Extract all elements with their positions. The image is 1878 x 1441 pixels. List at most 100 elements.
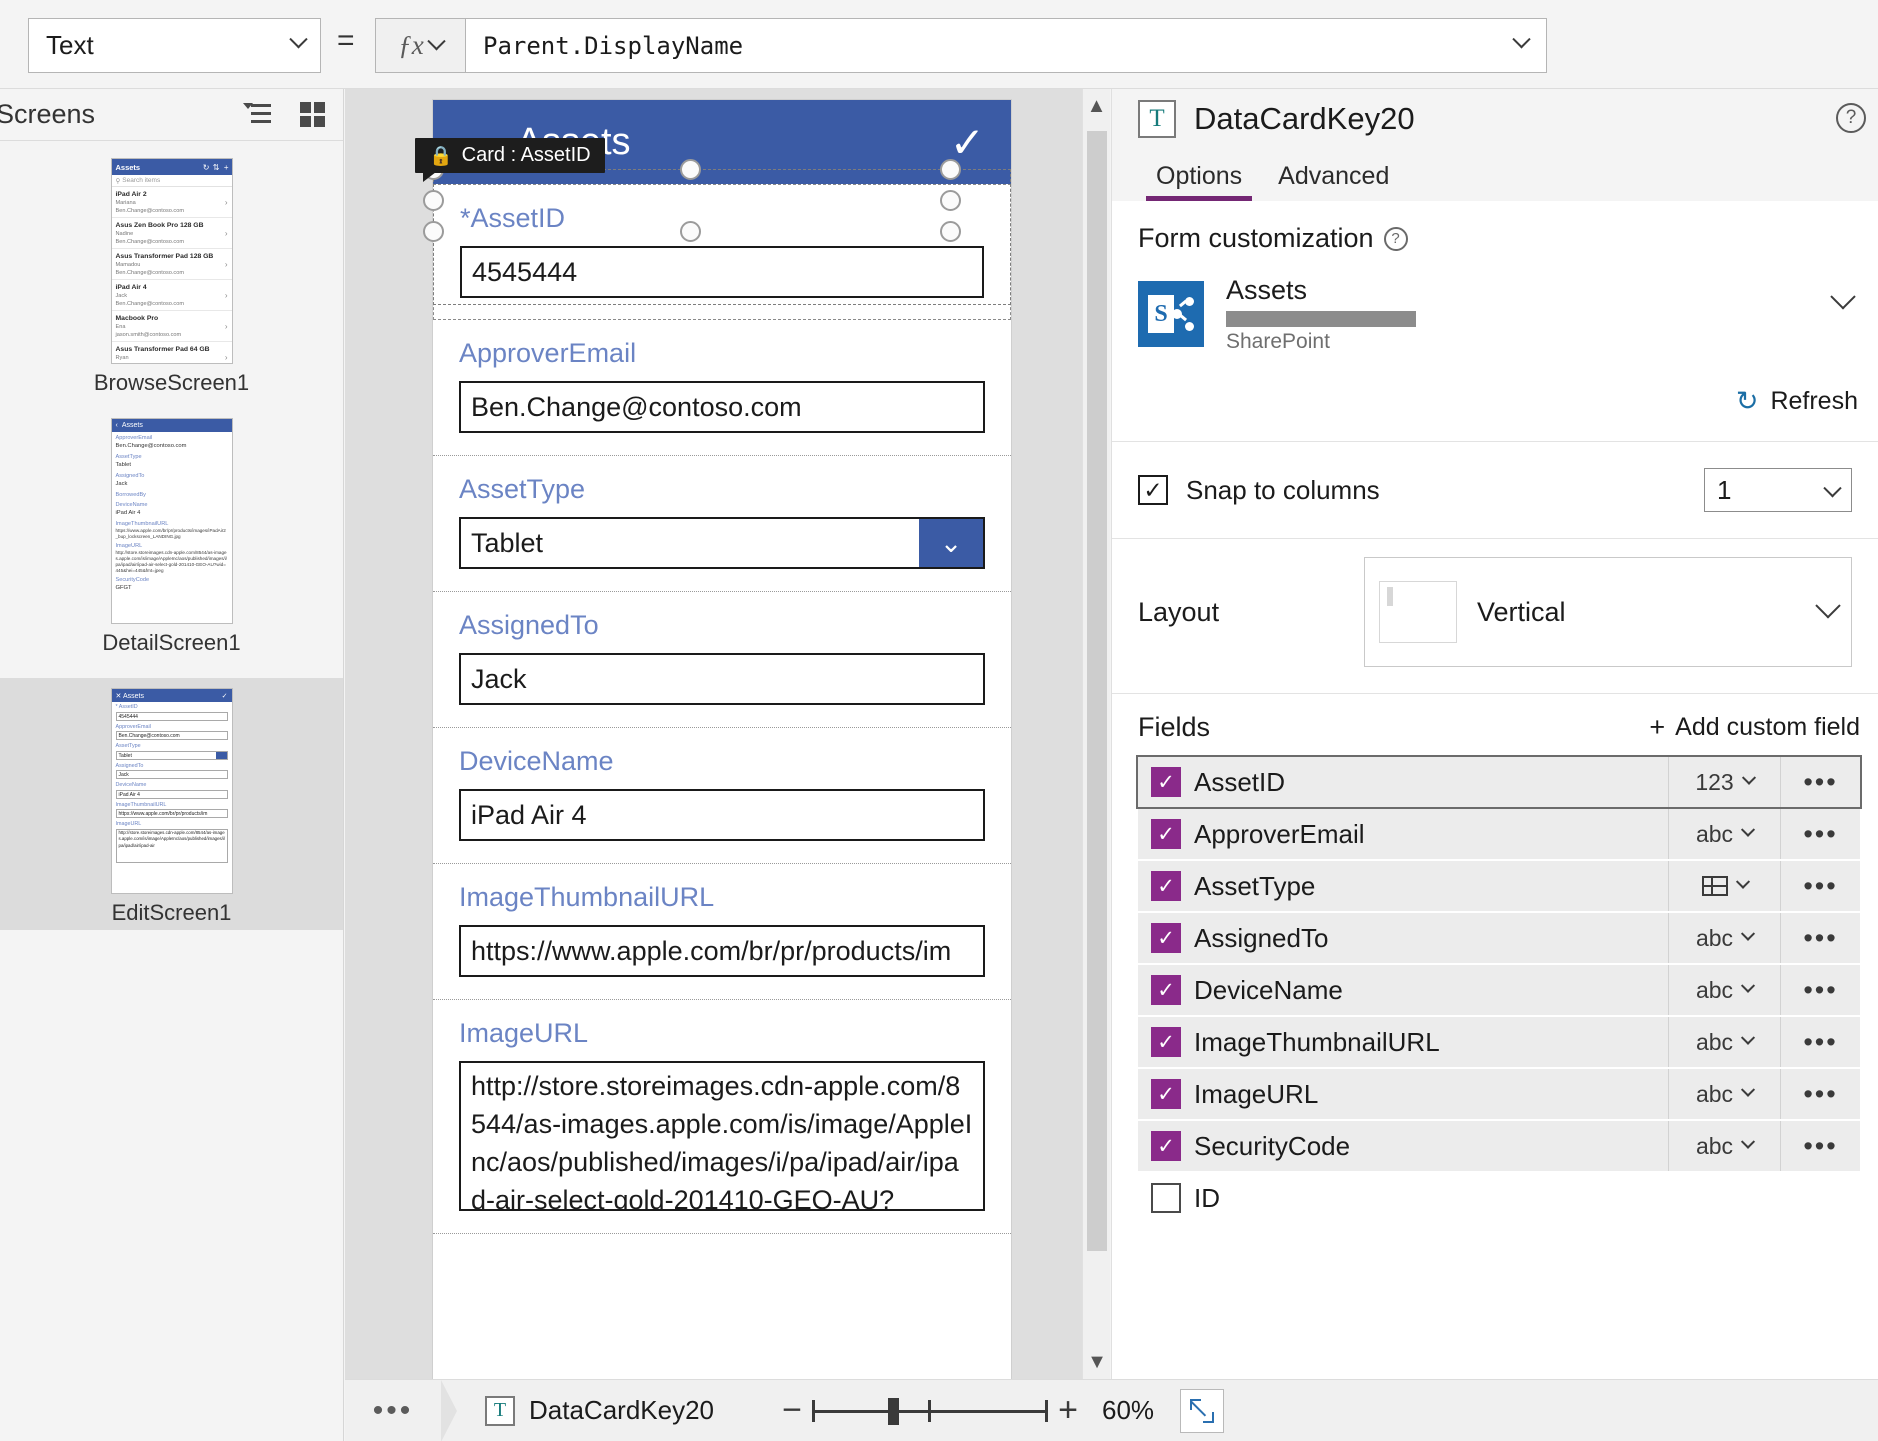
snap-to-columns-checkbox[interactable]: ✓	[1138, 475, 1168, 505]
thumb-header: Assets ↻ ⇅ +	[111, 159, 232, 175]
field-type-select[interactable]: abc	[1668, 1069, 1780, 1119]
field-type-select[interactable]: abc	[1668, 1121, 1780, 1171]
field-checkbox[interactable]: ✓	[1151, 923, 1181, 953]
field-row-assettype[interactable]: ✓ AssetType •••	[1138, 861, 1860, 911]
layout-select[interactable]: Vertical	[1364, 557, 1852, 667]
field-row-securitycode[interactable]: ✓ SecurityCode abc •••	[1138, 1121, 1860, 1171]
thumbnail-view-icon[interactable]	[295, 97, 329, 131]
field-row-imageurl[interactable]: ✓ ImageURL abc •••	[1138, 1069, 1860, 1119]
datacard-imageurl[interactable]: ImageURL http://store.storeimages.cdn-ap…	[433, 1000, 1011, 1234]
field-checkbox[interactable]: ✓	[1151, 767, 1181, 797]
scrollbar-thumb[interactable]	[1087, 131, 1107, 1251]
field-type-select[interactable]	[1668, 861, 1780, 911]
fit-to-screen-button[interactable]	[1180, 1388, 1225, 1433]
field-type-select[interactable]: abc	[1668, 913, 1780, 963]
field-more-button[interactable]: •••	[1780, 809, 1860, 859]
resize-handle-n[interactable]	[680, 159, 701, 180]
formula-input[interactable]: Parent.DisplayName	[465, 18, 1547, 73]
sidebar-item-editscreen1[interactable]: ✕ Assets ✓ * AssetID 4545444 ApproverEma…	[0, 678, 343, 930]
field-more-button[interactable]: •••	[1780, 1017, 1860, 1067]
zoom-out-button[interactable]: −	[772, 1391, 812, 1430]
imageurl-input[interactable]: http://store.storeimages.cdn-apple.com/8…	[459, 1061, 985, 1211]
app-canvas[interactable]: ⌄ Assets ✓ *AssetID 4545444 ApproverEmai…	[345, 89, 1110, 1380]
field-type-select[interactable]: abc	[1668, 1017, 1780, 1067]
scroll-up-icon[interactable]: ▲	[1083, 89, 1110, 123]
field-checkbox[interactable]: ✓	[1151, 871, 1181, 901]
field-row-approveremail[interactable]: ✓ ApproverEmail abc •••	[1138, 809, 1860, 859]
field-row-assignedto[interactable]: ✓ AssignedTo abc •••	[1138, 913, 1860, 963]
sidebar-item-detailscreen1[interactable]: ‹ Assets ApproverEmail Ben.Change@contos…	[0, 418, 343, 656]
imagethumbnailurl-input[interactable]: https://www.apple.com/br/pr/products/im	[459, 925, 985, 977]
field-checkbox[interactable]: ✓	[1151, 1079, 1181, 1109]
breadcrumb-separator	[441, 1379, 457, 1441]
field-more-button[interactable]: •••	[1780, 1069, 1860, 1119]
datacard-devicename[interactable]: DeviceName iPad Air 4	[433, 728, 1011, 864]
screen-thumbnail-detail[interactable]: ‹ Assets ApproverEmail Ben.Change@contos…	[110, 418, 233, 624]
screen-thumbnail-edit[interactable]: ✕ Assets ✓ * AssetID 4545444 ApproverEma…	[110, 688, 233, 894]
assignedto-input[interactable]: Jack	[459, 653, 985, 705]
datacard-approveremail[interactable]: ApproverEmail Ben.Change@contoso.com	[433, 320, 1011, 456]
field-more-button[interactable]: •••	[1780, 965, 1860, 1015]
field-row-id[interactable]: ID	[1138, 1173, 1860, 1223]
screen-thumbnail-browse[interactable]: Assets ↻ ⇅ + ⚲ Search items iPad Air 2 M…	[110, 158, 233, 364]
field-row-assetid[interactable]: ✓ AssetID 123 •••	[1136, 755, 1862, 809]
field-row-imagethumbnailurl[interactable]: ✓ ImageThumbnailURL abc •••	[1138, 1017, 1860, 1067]
field-checkbox[interactable]: ✓	[1151, 1131, 1181, 1161]
sidebar-header: Screens	[0, 89, 343, 141]
datasource-row[interactable]: S Assets SharePoint	[1138, 274, 1856, 354]
resize-handle-w-upper[interactable]	[423, 190, 444, 211]
columns-select[interactable]: 1	[1704, 468, 1852, 512]
field-type-select[interactable]: abc	[1668, 809, 1780, 859]
property-selector-value: Text	[46, 30, 94, 60]
text-icon: abc	[1695, 1080, 1734, 1107]
chevron-down-icon[interactable]	[1496, 29, 1546, 55]
plus-icon: +	[1649, 712, 1666, 742]
sidebar-item-browsescreen1[interactable]: Assets ↻ ⇅ + ⚲ Search items iPad Air 2 M…	[0, 158, 343, 396]
tab-advanced[interactable]: Advanced	[1260, 162, 1407, 201]
datacard-assetid[interactable]: *AssetID 4545444	[433, 184, 1011, 320]
slider-handle[interactable]	[888, 1397, 899, 1425]
field-type-select[interactable]: abc	[1668, 965, 1780, 1015]
resize-handle-se[interactable]	[940, 221, 961, 242]
resize-handle-e-upper[interactable]	[940, 190, 961, 211]
list-item: Asus Transformer Pad 64 GB Ryan jason.sm…	[112, 342, 232, 363]
chevron-down-icon[interactable]: ⌄	[919, 519, 983, 567]
resize-handle-s[interactable]	[680, 221, 701, 242]
chevron-down-icon[interactable]	[1830, 284, 1856, 315]
scroll-down-icon[interactable]: ▼	[1083, 1345, 1111, 1379]
assettype-dropdown[interactable]: Tablet ⌄	[459, 517, 985, 569]
field-checkbox[interactable]: ✓	[1151, 975, 1181, 1005]
datacard-imagethumbnailurl[interactable]: ImageThumbnailURL https://www.apple.com/…	[433, 864, 1011, 1000]
datacard-assettype[interactable]: AssetType Tablet ⌄	[433, 456, 1011, 592]
resize-handle-sw[interactable]	[423, 221, 444, 242]
help-icon[interactable]: ?	[1383, 226, 1408, 251]
help-icon[interactable]: ?	[1836, 103, 1866, 133]
field-checkbox[interactable]: ✓	[1151, 819, 1181, 849]
field-more-button[interactable]: •••	[1780, 861, 1860, 911]
field-name: ApproverEmail	[1194, 818, 1365, 849]
devicename-input[interactable]: iPad Air 4	[459, 789, 985, 841]
canvas-scrollbar[interactable]: ▲ ▼	[1082, 89, 1110, 1379]
field-more-button[interactable]: •••	[1780, 1121, 1860, 1171]
field-checkbox[interactable]: ✓	[1151, 1027, 1181, 1057]
approveremail-input[interactable]: Ben.Change@contoso.com	[459, 381, 985, 433]
section-title: Form customization ?	[1138, 223, 1852, 254]
zoom-in-button[interactable]: +	[1048, 1391, 1088, 1430]
assetid-input[interactable]: 4545444	[460, 246, 984, 298]
field-more-button[interactable]: •••	[1780, 757, 1860, 807]
property-selector[interactable]: Text	[28, 18, 321, 73]
refresh-button[interactable]: ↻ Refresh	[1112, 376, 1878, 441]
field-checkbox[interactable]	[1151, 1183, 1181, 1213]
breadcrumb[interactable]: T DataCardKey20	[457, 1395, 714, 1426]
resize-handle-ne[interactable]	[940, 159, 961, 180]
field-more-button[interactable]: •••	[1780, 913, 1860, 963]
datacard-assignedto[interactable]: AssignedTo Jack	[433, 592, 1011, 728]
tab-options[interactable]: Options	[1138, 162, 1260, 201]
zoom-slider[interactable]	[812, 1394, 1048, 1428]
status-more-button[interactable]: •••	[345, 1394, 441, 1428]
tree-view-icon[interactable]	[241, 97, 275, 131]
add-custom-field-button[interactable]: + Add custom field	[1649, 712, 1860, 743]
fx-button[interactable]: ƒx	[375, 18, 465, 73]
field-row-devicename[interactable]: ✓ DeviceName abc •••	[1138, 965, 1860, 1015]
field-type-select[interactable]: 123	[1668, 757, 1780, 807]
